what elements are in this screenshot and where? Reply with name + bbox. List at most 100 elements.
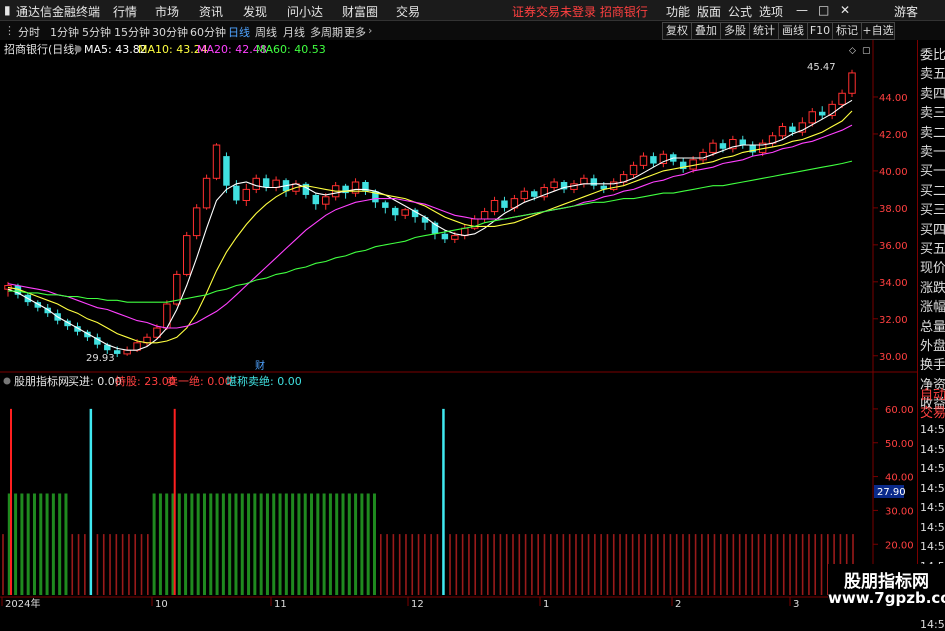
low-price-label: 29.93 <box>86 353 115 364</box>
window-icon[interactable]: ▢ <box>862 46 871 56</box>
candle-body <box>490 199 499 213</box>
x-tick-label: 3 <box>793 599 799 609</box>
indicator-tick-label: 50.00 <box>885 439 914 450</box>
ma-settings-icon[interactable] <box>74 45 82 53</box>
candle-body <box>789 126 796 133</box>
candle-body <box>451 235 459 240</box>
indicator-tick-label: 40.00 <box>885 473 914 484</box>
candle-body <box>461 227 469 237</box>
candle-body <box>382 202 389 208</box>
tick-time: 14:5 <box>920 462 945 475</box>
candle-body <box>520 190 529 200</box>
candle-body <box>590 178 598 186</box>
candle-body <box>739 139 747 146</box>
side-label: 卖二 <box>920 125 945 141</box>
candle-body <box>262 178 270 188</box>
candle-body <box>778 126 787 137</box>
stock-title: 招商银行(日线) <box>4 42 79 56</box>
candle-body <box>709 142 717 153</box>
price-tick-label: 32.00 <box>879 315 908 326</box>
price-tick-label: 38.00 <box>879 204 908 215</box>
side-label: 卖四 <box>920 86 945 102</box>
tick-time: 14:5 <box>920 540 945 553</box>
side-label: 买五 <box>920 242 945 257</box>
auto-trade-label[interactable]: 交易 <box>920 402 945 421</box>
watermark-line2: www.7gpzb.com <box>828 589 945 607</box>
candle-body <box>639 155 648 166</box>
price-tick-label: 40.00 <box>879 167 908 178</box>
x-tick-label: 12 <box>411 599 424 609</box>
price-tick-label: 42.00 <box>879 130 908 141</box>
side-label: 现价 <box>920 261 945 277</box>
finance-marker[interactable]: 财 <box>255 359 265 372</box>
x-tick-label: 1 <box>543 599 549 609</box>
x-tick-label: 2024年 <box>5 597 40 609</box>
candle-body <box>501 200 508 208</box>
auto-trade-label[interactable]: 自动 <box>920 384 945 403</box>
price-tick-label: 34.00 <box>879 278 908 289</box>
side-label: 外盘 <box>920 339 945 354</box>
candle-body <box>629 164 638 176</box>
candle-body <box>223 156 230 186</box>
diamond-icon[interactable]: ◇ <box>849 46 856 56</box>
candle-body <box>848 72 856 94</box>
side-label: 换手 <box>920 358 945 374</box>
candle-body <box>272 179 280 189</box>
x-tick-label: 10 <box>155 599 168 609</box>
candle-body <box>401 209 409 216</box>
tick-time: 14:5 <box>920 481 945 495</box>
candle-body <box>650 156 657 164</box>
candle-body <box>113 350 121 354</box>
side-label: 涨跌 <box>920 280 945 296</box>
price-tick-label: 44.00 <box>879 93 908 104</box>
kline-chart[interactable]: 44.00 42.00 40.00 38.00 36.00 34.00 32.00 30.00… <box>0 0 917 609</box>
candle-body <box>312 194 320 205</box>
side-label: 委比 <box>920 48 945 63</box>
sell-label: 卖一绝: 0.00 <box>167 374 232 388</box>
tick-time: 14:5 <box>920 501 945 514</box>
buy-label: 买进: 0.00 <box>68 375 122 388</box>
side-label: 买一 <box>920 164 945 180</box>
candle-body <box>392 207 399 216</box>
tick-time: 14:5 <box>920 423 945 436</box>
candle-body <box>252 177 260 190</box>
candle-body <box>421 217 429 223</box>
tick-time: 14:5 <box>920 442 945 456</box>
side-label: 买四 <box>920 222 945 238</box>
candle-body <box>212 144 221 179</box>
price-tick-label: 30.00 <box>879 352 908 363</box>
indicator-tick-label: 30.00 <box>885 506 914 517</box>
side-label: 卖五 <box>920 67 945 83</box>
candle-body <box>818 111 826 116</box>
indicator-current-value: 27.90 <box>877 487 906 498</box>
ma60-label: MA60: 40.53 <box>256 43 326 56</box>
candle-body <box>123 349 131 355</box>
candle-body <box>242 188 251 201</box>
candle-body <box>233 185 240 201</box>
candle-body <box>550 181 558 189</box>
indicator-settings-icon[interactable] <box>3 377 11 385</box>
quote-side-panel: 委比 卖五 卖四 卖三 卖二 卖一 买一 买二 买三 买四 买五 现价 涨跌 涨幅 总量 外盘 换手 净资 收益 自动… <box>917 40 945 631</box>
candle-body <box>322 196 330 205</box>
side-label: 总量 <box>920 319 945 335</box>
x-tick-label: 11 <box>274 599 287 609</box>
side-label: 买三 <box>920 203 945 219</box>
candle-body <box>183 235 191 275</box>
indicator-tick-label: 20.00 <box>885 540 914 551</box>
candle-body <box>699 151 707 161</box>
tick-time: 14:5 <box>920 618 945 631</box>
x-tick-label: 2 <box>675 599 681 609</box>
side-label: 买二 <box>920 183 945 199</box>
candle-body <box>719 143 727 149</box>
side-label: 卖三 <box>920 106 945 122</box>
candle-body <box>480 211 489 220</box>
indicator-title: 股朋指标网 <box>14 374 69 388</box>
candle-body <box>531 191 538 197</box>
candle-body <box>808 111 817 124</box>
candle-body <box>192 207 201 237</box>
watermark: 股朋指标网 www.7gpzb.com <box>828 564 945 609</box>
indicator-tick-label: 60.00 <box>885 405 914 416</box>
sell-all-label: 堪称卖绝: 0.00 <box>226 374 302 388</box>
candle-body <box>838 92 846 105</box>
candle-body <box>580 177 588 185</box>
